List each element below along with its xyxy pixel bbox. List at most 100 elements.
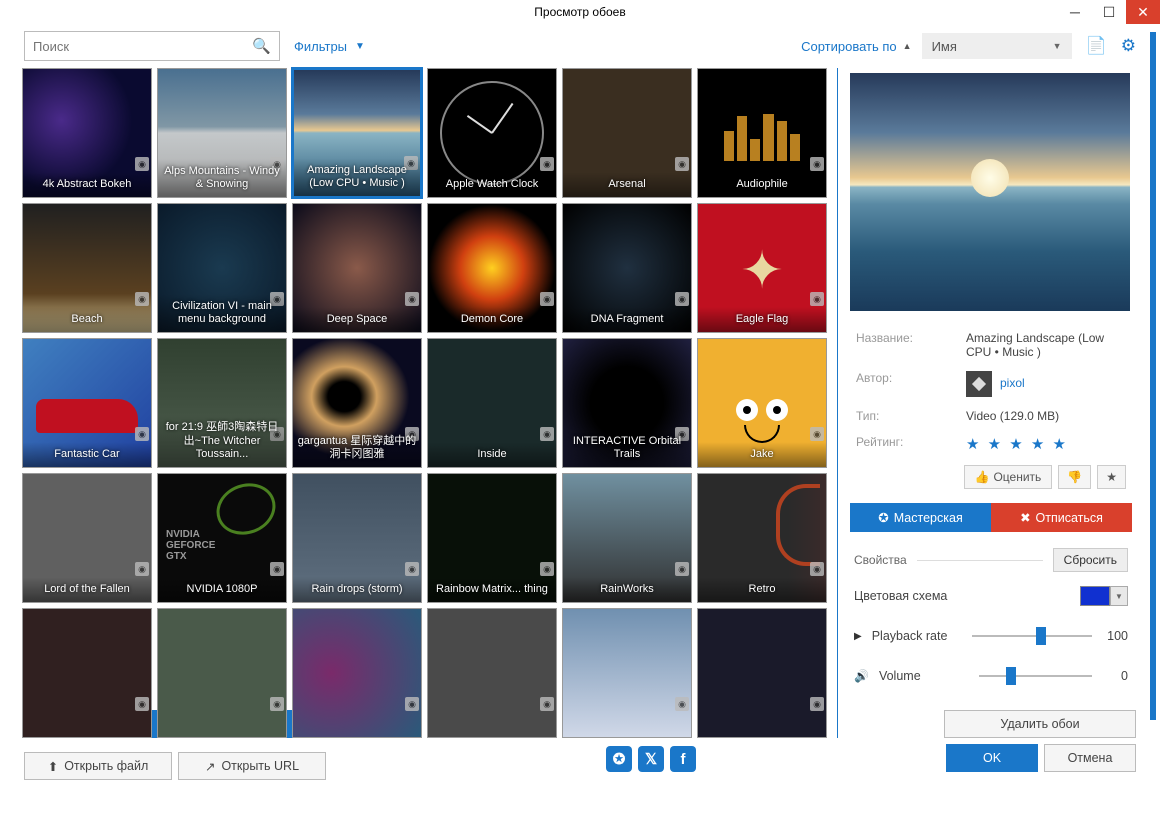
rating-stars: ★ ★ ★ ★ ★ (966, 435, 1126, 453)
reset-button[interactable]: Сбросить (1053, 548, 1128, 572)
panel-scrollbar[interactable] (1150, 32, 1156, 720)
wallpaper-tile[interactable]: ◉4k Abstract Bokeh (22, 68, 152, 198)
tile-caption: NVIDIA 1080P (158, 577, 286, 602)
author-value[interactable]: pixol (966, 371, 1126, 397)
minimize-button[interactable]: ─ (1058, 0, 1092, 24)
volume-value: 0 (1098, 669, 1128, 683)
steam-badge-icon: ◉ (810, 562, 824, 576)
favorite-button[interactable]: ★ (1097, 465, 1126, 489)
steam-badge-icon: ◉ (135, 562, 149, 576)
wallpaper-tile[interactable]: ◉for 21:9 巫師3陶森特日出~The Witcher Toussain.… (157, 338, 287, 468)
chevron-down-icon: ▼ (1053, 41, 1062, 51)
unsubscribe-button[interactable]: ✖Отписаться (991, 503, 1132, 532)
wallpaper-tile[interactable]: ◉Lord of the Fallen (22, 473, 152, 603)
wallpaper-tile[interactable]: ◉ (292, 608, 422, 738)
wallpaper-tile[interactable]: ◉ (427, 608, 557, 738)
wallpaper-tile[interactable]: ◉Alps Mountains - Windy & Snowing (157, 68, 287, 198)
steam-badge-icon: ◉ (270, 697, 284, 711)
tile-caption: Beach (23, 307, 151, 332)
volume-label: Volume (879, 669, 979, 683)
sort-direction-icon[interactable]: ▲ (903, 41, 912, 51)
steam-badge-icon: ◉ (810, 427, 824, 441)
funnel-icon: ▼ (355, 41, 365, 52)
type-value: Video (129.0 MB) (966, 409, 1126, 423)
wallpaper-tile[interactable]: ◉ (562, 608, 692, 738)
wallpaper-tile[interactable]: ◉INTERACTIVE Orbital Trails (562, 338, 692, 468)
wallpaper-tile[interactable]: ◉Fantastic Car (22, 338, 152, 468)
delete-button[interactable]: Удалить обои (944, 710, 1136, 738)
cancel-button[interactable]: Отмена (1044, 744, 1136, 772)
workshop-button[interactable]: ✪Мастерская (850, 503, 991, 532)
twitter-icon[interactable]: 𝕏 (638, 746, 664, 772)
wallpaper-tile[interactable]: ◉Deep Space (292, 203, 422, 333)
wallpaper-tile[interactable]: ◉Rainbow Matrix... thing (427, 473, 557, 603)
wallpaper-tile[interactable]: ◉Retro (697, 473, 827, 603)
volume-slider[interactable] (979, 666, 1092, 686)
tile-caption: Alps Mountains - Windy & Snowing (158, 159, 286, 197)
ok-button[interactable]: OK (946, 744, 1038, 772)
open-file-button[interactable]: ⬆Открыть файл (24, 752, 172, 780)
wallpaper-tile[interactable]: ◉Demon Core (427, 203, 557, 333)
steam-social-icon[interactable]: ✪ (606, 746, 632, 772)
wallpaper-tile[interactable]: ◉RainWorks (562, 473, 692, 603)
steam-icon: ✪ (878, 510, 888, 525)
color-dropdown[interactable]: ▼ (1110, 586, 1128, 606)
wallpaper-tile[interactable]: ◉Inside (427, 338, 557, 468)
color-swatch[interactable] (1080, 586, 1110, 606)
wallpaper-tile[interactable]: NVIDIAGEFORCEGTX◉NVIDIA 1080P (157, 473, 287, 603)
wallpaper-tile[interactable]: ◉Rain drops (storm) (292, 473, 422, 603)
link-icon: ↗ (205, 759, 215, 774)
steam-badge-icon: ◉ (675, 697, 689, 711)
wallpaper-tile[interactable]: ◉Beach (22, 203, 152, 333)
playback-label: Playback rate (872, 629, 972, 643)
close-button[interactable]: ✕ (1126, 0, 1160, 24)
facebook-icon[interactable]: f (670, 746, 696, 772)
tile-caption: Deep Space (293, 307, 421, 332)
wallpaper-tile[interactable]: ◉ (697, 608, 827, 738)
grid-scrollbar[interactable] (837, 68, 838, 738)
wallpaper-tile[interactable]: ◉Arsenal (562, 68, 692, 198)
author-label: Автор: (856, 371, 966, 397)
x-icon: ✖ (1020, 510, 1030, 525)
tile-caption: Audiophile (698, 172, 826, 197)
tile-caption: Inside (428, 442, 556, 467)
play-icon: ▶ (854, 631, 862, 642)
rate-button[interactable]: 👍Оценить (964, 465, 1053, 489)
volume-icon: 🔊 (854, 669, 869, 683)
tile-caption: Rainbow Matrix... thing (428, 577, 556, 602)
tile-caption: INTERACTIVE Orbital Trails (563, 429, 691, 467)
wallpaper-tile[interactable]: ◉Jake (697, 338, 827, 468)
thumb-down-button[interactable]: 👎 (1058, 465, 1091, 489)
wallpaper-tile[interactable]: ◉DNA Fragment (562, 203, 692, 333)
steam-badge-icon: ◉ (540, 157, 554, 171)
search-input[interactable] (33, 39, 252, 54)
tile-caption: Lord of the Fallen (23, 577, 151, 602)
playback-slider[interactable] (972, 626, 1092, 646)
steam-badge-icon: ◉ (405, 697, 419, 711)
wallpaper-tile[interactable]: ◉Civilization VI - main menu background (157, 203, 287, 333)
steam-badge-icon: ◉ (810, 292, 824, 306)
tile-caption: Retro (698, 577, 826, 602)
sort-dropdown[interactable]: Имя ▼ (922, 33, 1072, 59)
maximize-button[interactable]: ☐ (1092, 0, 1126, 24)
filters-label: Фильтры (294, 39, 347, 54)
open-url-button[interactable]: ↗Открыть URL (178, 752, 326, 780)
steam-badge-icon: ◉ (540, 292, 554, 306)
window-title: Просмотр обоев (534, 5, 625, 19)
gear-icon[interactable]: ⚙ (1121, 36, 1136, 56)
tile-caption: Amazing Landscape (Low CPU • Music ) (294, 158, 420, 196)
tile-caption: Rain drops (storm) (293, 577, 421, 602)
wallpaper-tile[interactable]: ◉Audiophile (697, 68, 827, 198)
tile-caption: Eagle Flag (698, 307, 826, 332)
filters-link[interactable]: Фильтры ▼ (294, 39, 365, 54)
wallpaper-tile[interactable]: ◉gargantua 星际穿越中的洞卡冈图雅 (292, 338, 422, 468)
type-label: Тип: (856, 409, 966, 423)
wallpaper-tile[interactable]: ◉ (22, 608, 152, 738)
wallpaper-tile[interactable]: ◉Apple Watch Clock (427, 68, 557, 198)
new-file-icon[interactable]: 📄 (1086, 36, 1107, 56)
wallpaper-tile[interactable]: ✦◉Eagle Flag (697, 203, 827, 333)
search-icon[interactable]: 🔍 (252, 37, 271, 55)
wallpaper-tile[interactable]: ◉Amazing Landscape (Low CPU • Music ) (292, 68, 422, 198)
wallpaper-tile[interactable]: ◉ (157, 608, 287, 738)
search-box[interactable]: 🔍 (24, 31, 280, 61)
